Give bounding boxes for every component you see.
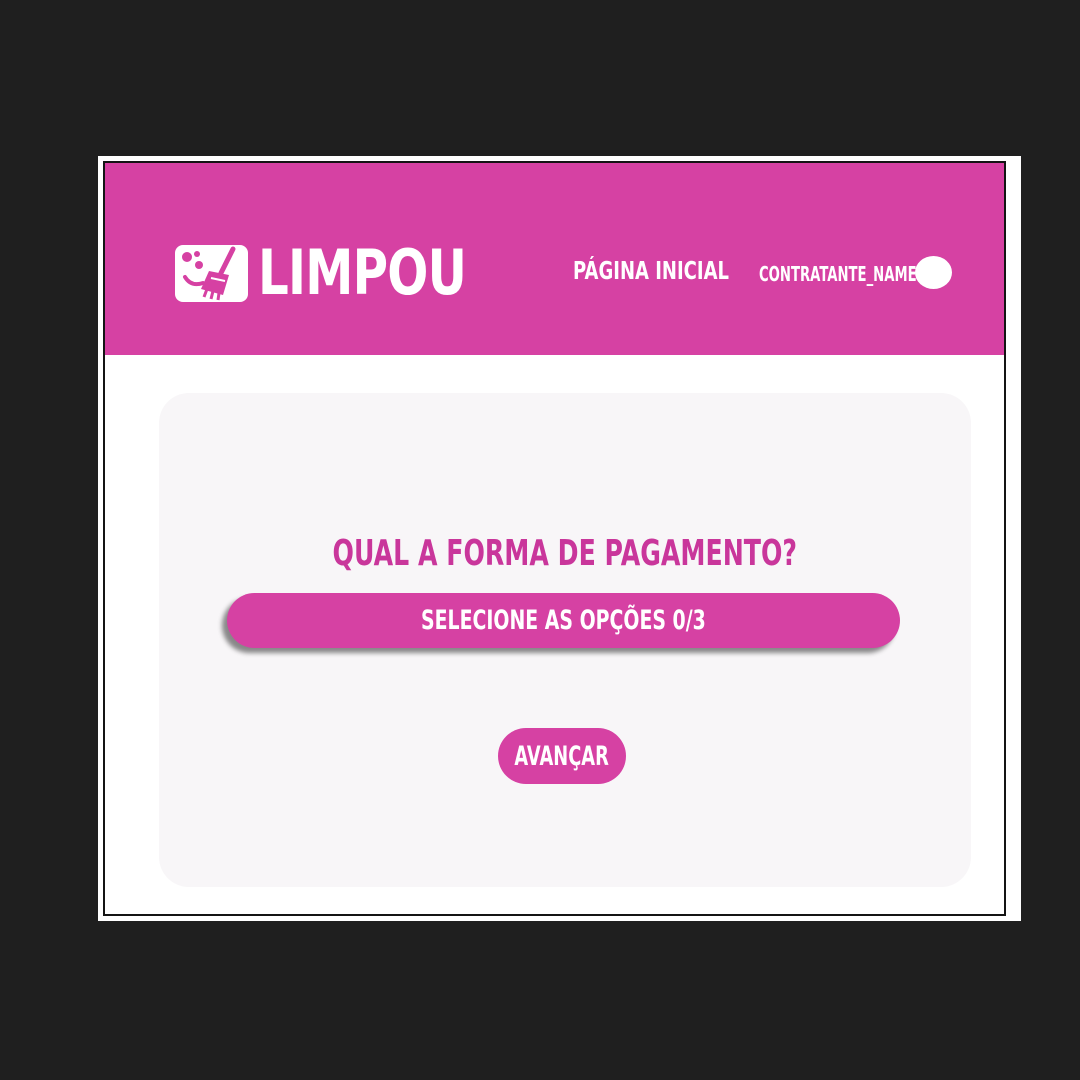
user-name-menu[interactable]: CONTRATANTE_NAME: [759, 262, 917, 286]
payment-options-select[interactable]: SELECIONE AS OPÇÕES 0/3: [227, 593, 900, 648]
app-window: LIMPOU PÁGINA INICIAL CONTRATANTE_NAME Q…: [103, 161, 1006, 916]
payment-card: QUAL A FORMA DE PAGAMENTO? SELECIONE AS …: [159, 393, 971, 887]
logo-text: LIMPOU: [258, 236, 467, 309]
broom-icon: [175, 244, 248, 302]
select-label: SELECIONE AS OPÇÕES 0/3: [421, 605, 706, 636]
next-button[interactable]: AVANÇAR: [498, 728, 626, 784]
screenshot-frame: LIMPOU PÁGINA INICIAL CONTRATANTE_NAME Q…: [98, 156, 1021, 921]
logo[interactable]: LIMPOU: [175, 236, 525, 309]
nav-home-link[interactable]: PÁGINA INICIAL: [573, 256, 729, 285]
top-header: LIMPOU PÁGINA INICIAL CONTRATANTE_NAME: [105, 163, 1004, 355]
page-title: QUAL A FORMA DE PAGAMENTO?: [159, 533, 971, 574]
next-button-label: AVANÇAR: [514, 740, 610, 772]
avatar[interactable]: [915, 256, 952, 289]
question-text: QUAL A FORMA DE PAGAMENTO?: [332, 533, 798, 574]
